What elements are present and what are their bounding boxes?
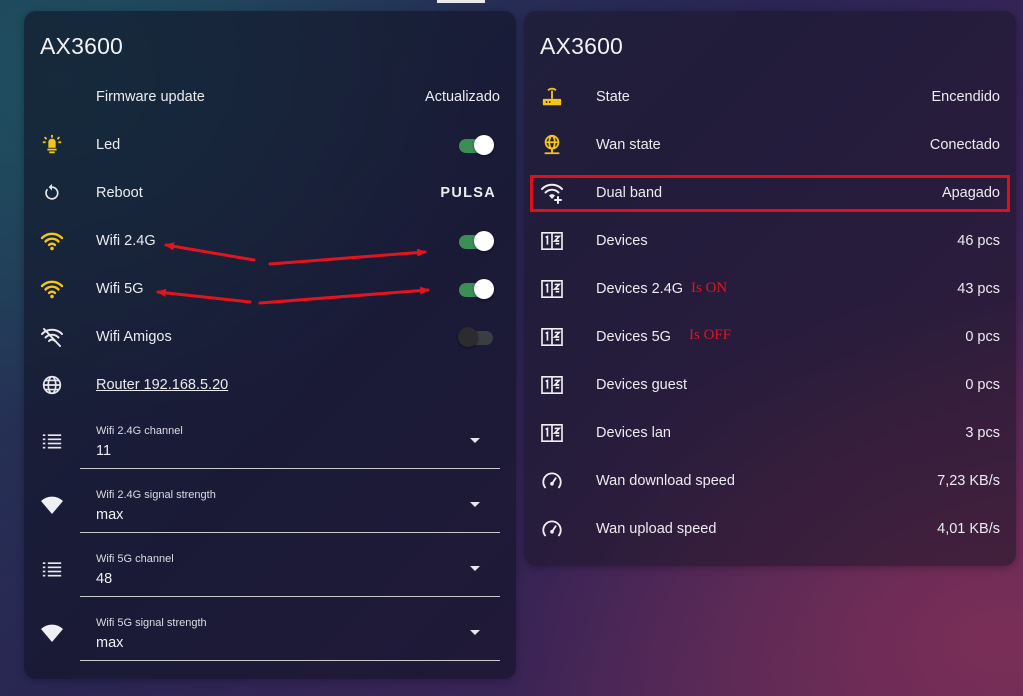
wifi-strength-icon — [40, 493, 64, 517]
wan-upload-value: 4,01 KB/s — [937, 521, 1000, 537]
devices-guest-label: Devices guest — [596, 377, 688, 393]
wan-upload-row[interactable]: Wan upload speed 4,01 KB/s — [540, 509, 1000, 549]
card-title: AX3600 — [40, 33, 124, 59]
speedometer-icon — [540, 469, 564, 493]
list-icon — [40, 429, 64, 453]
led-label: Led — [96, 137, 121, 153]
caret-down-icon[interactable] — [470, 502, 480, 507]
wifi-24g-channel-select[interactable]: Wifi 2.4G channel 11 — [80, 413, 500, 469]
caret-down-icon[interactable] — [470, 630, 480, 635]
wifi-icon — [40, 229, 64, 253]
wan-globe-icon — [540, 133, 564, 157]
wifi-24g-toggle[interactable] — [458, 231, 494, 251]
firmware-update-label: Firmware update — [96, 89, 205, 105]
wifi-24g-strength-select-row: Wifi 2.4G signal strength max — [40, 477, 500, 533]
list-icon — [40, 557, 64, 581]
select-label: Wifi 5G signal strength — [96, 617, 207, 629]
wifi-5g-row: Wifi 5G — [40, 269, 500, 309]
devices-24g-label: Devices 2.4G — [596, 281, 684, 297]
wifi-5g-strength-select-row: Wifi 5G signal strength max — [40, 605, 500, 661]
wan-state-row[interactable]: Wan state Conectado — [540, 125, 1000, 165]
router-link[interactable]: Router 192.168.5.20 — [96, 377, 500, 393]
wifi-5g-channel-select-row: Wifi 5G channel 48 — [40, 541, 500, 597]
router-icon — [540, 85, 564, 109]
speedometer-icon — [540, 517, 564, 541]
devices-counter-icon — [540, 325, 564, 349]
wan-download-row[interactable]: Wan download speed 7,23 KB/s — [540, 461, 1000, 501]
devices-counter-icon — [540, 421, 564, 445]
wifi-5g-toggle[interactable] — [458, 279, 494, 299]
devices-5g-row[interactable]: Devices 5G 0 pcs — [540, 317, 1000, 357]
wifi-5g-strength-select[interactable]: Wifi 5G signal strength max — [80, 605, 500, 661]
devices-5g-label: Devices 5G — [596, 329, 671, 345]
devices-counter-icon — [540, 229, 564, 253]
caret-down-icon[interactable] — [470, 566, 480, 571]
restart-icon — [40, 181, 64, 205]
globe-icon — [40, 373, 64, 397]
reboot-button[interactable]: PULSA — [440, 185, 496, 201]
wifi-strength-icon — [40, 621, 64, 645]
wifi-24g-row: Wifi 2.4G — [40, 221, 500, 261]
select-label: Wifi 2.4G signal strength — [96, 489, 216, 501]
devices-lan-row[interactable]: Devices lan 3 pcs — [540, 413, 1000, 453]
top-tab-indicator — [437, 0, 485, 3]
firmware-update-row: Firmware update Actualizado — [40, 77, 500, 117]
wifi-5g-channel-select[interactable]: Wifi 5G channel 48 — [80, 541, 500, 597]
annotation-is-off: Is OFF — [689, 327, 732, 343]
card-title: AX3600 — [540, 33, 624, 59]
devices-24g-value: 43 pcs — [957, 281, 1000, 297]
wifi-24g-strength-select[interactable]: Wifi 2.4G signal strength max — [80, 477, 500, 533]
devices-guest-value: 0 pcs — [965, 377, 1000, 393]
state-row[interactable]: State Encendido — [540, 77, 1000, 117]
wan-download-value: 7,23 KB/s — [937, 473, 1000, 489]
state-label: State — [596, 89, 630, 105]
wifi-amigos-row: Wifi Amigos — [40, 317, 500, 357]
wan-state-label: Wan state — [596, 137, 661, 153]
select-label: Wifi 5G channel — [96, 553, 174, 565]
devices-label: Devices — [596, 233, 648, 249]
wifi-24g-channel-select-row: Wifi 2.4G channel 11 — [40, 413, 500, 469]
devices-lan-value: 3 pcs — [965, 425, 1000, 441]
devices-counter-icon — [540, 373, 564, 397]
router-link-row: Router 192.168.5.20 — [40, 365, 500, 405]
caret-down-icon[interactable] — [470, 438, 480, 443]
dual-band-highlight-box — [530, 175, 1010, 212]
reboot-label: Reboot — [96, 185, 143, 201]
devices-5g-value: 0 pcs — [965, 329, 1000, 345]
wan-download-label: Wan download speed — [596, 473, 735, 489]
led-row: Led — [40, 125, 500, 165]
wifi-amigos-label: Wifi Amigos — [96, 329, 172, 345]
router-controls-card: AX3600 Firmware update Actualizado Led R… — [24, 11, 516, 679]
led-toggle[interactable] — [458, 135, 494, 155]
state-value: Encendido — [931, 89, 1000, 105]
devices-value: 46 pcs — [957, 233, 1000, 249]
wan-state-value: Conectado — [929, 137, 1000, 153]
wifi-off-icon — [40, 325, 64, 349]
router-status-card: AX3600 State Encendido Wan state Conecta… — [524, 11, 1016, 566]
led-bulb-icon — [40, 133, 64, 157]
select-value: 48 — [96, 571, 113, 587]
wifi-5g-label: Wifi 5G — [96, 281, 144, 297]
select-value: max — [96, 507, 124, 523]
wan-upload-label: Wan upload speed — [596, 521, 717, 537]
devices-guest-row[interactable]: Devices guest 0 pcs — [540, 365, 1000, 405]
devices-lan-label: Devices lan — [596, 425, 671, 441]
devices-24g-row[interactable]: Devices 2.4G 43 pcs — [540, 269, 1000, 309]
annotation-is-on: Is ON — [691, 280, 728, 296]
select-label: Wifi 2.4G channel — [96, 425, 183, 437]
wifi-24g-label: Wifi 2.4G — [96, 233, 156, 249]
wifi-amigos-toggle[interactable] — [458, 327, 494, 347]
reboot-row: Reboot PULSA — [40, 173, 500, 213]
firmware-update-value: Actualizado — [425, 89, 500, 105]
devices-row[interactable]: Devices 46 pcs — [540, 221, 1000, 261]
select-value: max — [96, 635, 124, 651]
select-value: 11 — [96, 443, 112, 459]
devices-counter-icon — [540, 277, 564, 301]
wifi-icon — [40, 277, 64, 301]
